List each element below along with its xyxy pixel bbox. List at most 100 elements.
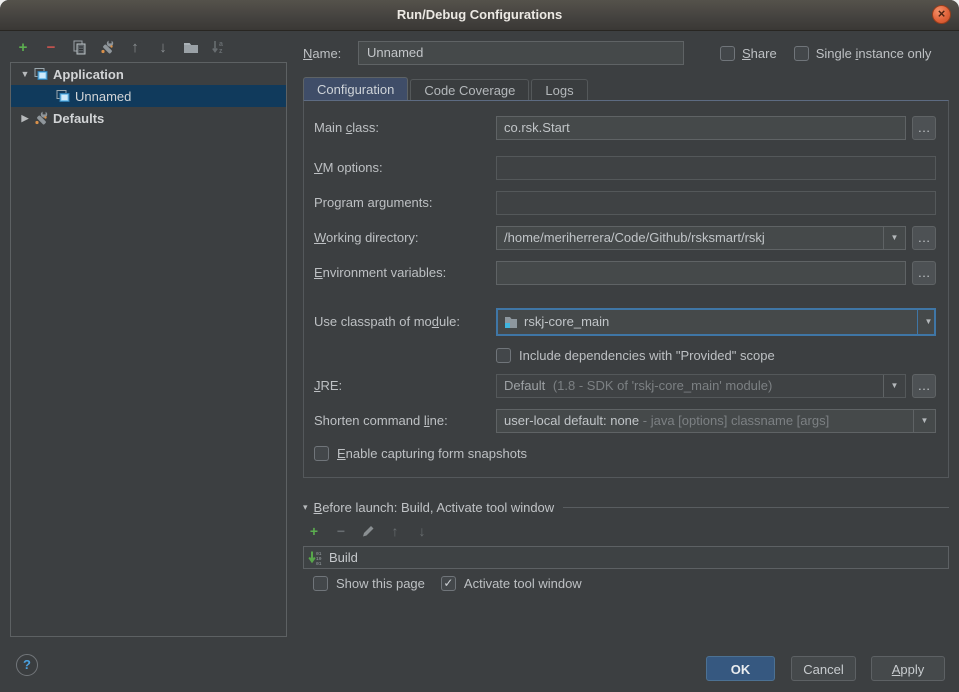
- environment-variables-label: Environment variables:: [314, 261, 446, 285]
- move-up-button[interactable]: ↑: [127, 39, 143, 55]
- working-directory-combobox[interactable]: /home/meriherrera/Code/Github/rsksmart/r…: [496, 226, 906, 250]
- dropdown-arrow-icon[interactable]: ▼: [883, 375, 905, 397]
- title-bar: Run/Debug Configurations ×: [0, 0, 959, 31]
- copy-configuration-button[interactable]: [71, 39, 87, 55]
- tree-expanded-icon[interactable]: ▼: [17, 69, 33, 79]
- remove-task-button[interactable]: −: [334, 524, 348, 538]
- move-up-icon: ↑: [131, 39, 139, 56]
- share-label: Share: [742, 46, 777, 61]
- remove-icon: −: [47, 39, 56, 56]
- move-down-button[interactable]: ↓: [155, 39, 171, 55]
- tab-logs[interactable]: Logs: [531, 79, 587, 101]
- program-arguments-input[interactable]: [496, 191, 936, 215]
- add-configuration-button[interactable]: +: [15, 39, 31, 55]
- create-folder-button[interactable]: [183, 39, 199, 55]
- apply-button[interactable]: Apply: [871, 656, 945, 681]
- working-directory-label: Working directory:: [314, 226, 419, 250]
- folder-icon: [183, 40, 199, 54]
- ok-button[interactable]: OK: [706, 656, 775, 681]
- include-provided-checkbox[interactable]: [496, 348, 511, 363]
- dropdown-arrow-icon[interactable]: ▼: [917, 310, 936, 334]
- working-directory-row: Working directory: /home/meriherrera/Cod…: [304, 226, 948, 250]
- move-task-up-button[interactable]: ↑: [388, 524, 402, 538]
- before-launch-title: Before launch: Build, Activate tool wind…: [314, 500, 555, 515]
- before-launch-header[interactable]: ▾ Before launch: Build, Activate tool wi…: [303, 500, 949, 515]
- close-icon: ×: [938, 6, 946, 21]
- dropdown-arrow-icon[interactable]: ▼: [913, 410, 935, 432]
- task-label: Build: [329, 550, 358, 565]
- single-instance-label: Single instance only: [816, 46, 932, 61]
- program-arguments-label: Program arguments:: [314, 191, 433, 215]
- tree-item-defaults[interactable]: ▶ Defaults: [11, 107, 286, 129]
- remove-configuration-button[interactable]: −: [43, 39, 59, 55]
- collapse-icon[interactable]: ▾: [303, 502, 308, 513]
- tree-item-application[interactable]: ▼ Application: [11, 63, 286, 85]
- activate-tool-window-label: Activate tool window: [464, 576, 582, 591]
- tab-code-coverage[interactable]: Code Coverage: [410, 79, 529, 101]
- use-classpath-combobox[interactable]: rskj-core_main ▼: [496, 308, 936, 336]
- program-arguments-row: Program arguments:: [304, 191, 948, 215]
- vm-options-input[interactable]: [496, 156, 936, 180]
- main-class-browse-button[interactable]: …: [912, 116, 936, 140]
- environment-variables-row: Environment variables: …: [304, 261, 948, 285]
- help-button[interactable]: ?: [16, 654, 38, 676]
- enable-capturing-checkbox[interactable]: [314, 446, 329, 461]
- help-icon: ?: [23, 657, 31, 672]
- cancel-button[interactable]: Cancel: [791, 656, 856, 681]
- environment-variables-input[interactable]: [496, 261, 906, 285]
- share-option: Share: [720, 46, 777, 61]
- configuration-panel: Main class: co.rsk.Start … VM options: P…: [303, 100, 949, 478]
- application-icon: [33, 66, 49, 82]
- more-icon: …: [918, 378, 931, 393]
- jre-browse-button[interactable]: …: [912, 374, 936, 398]
- tree-item-label: Defaults: [53, 111, 104, 126]
- name-input[interactable]: Unnamed: [358, 41, 684, 65]
- enable-capturing-option: Enable capturing form snapshots: [314, 445, 527, 461]
- more-icon: …: [918, 230, 931, 245]
- svg-text:z: z: [219, 48, 223, 55]
- edit-defaults-button[interactable]: [99, 39, 115, 55]
- jre-value: Default: [504, 378, 545, 393]
- use-classpath-value: rskj-core_main: [524, 312, 609, 332]
- name-label: Name:: [303, 46, 358, 61]
- edit-task-button[interactable]: [361, 524, 375, 538]
- remove-icon: −: [337, 523, 345, 539]
- svg-text:01: 01: [316, 561, 322, 566]
- run-debug-configurations-dialog: Run/Debug Configurations × + − ↑ ↓: [0, 0, 959, 692]
- dropdown-arrow-icon[interactable]: ▼: [883, 227, 905, 249]
- copy-icon: [72, 40, 87, 55]
- single-instance-checkbox[interactable]: [794, 46, 809, 61]
- activate-tool-window-checkbox[interactable]: [441, 576, 456, 591]
- vm-options-row: VM options:: [304, 156, 948, 180]
- sort-configurations-button[interactable]: a z: [211, 39, 227, 55]
- tree-item-label: Application: [53, 67, 124, 82]
- svg-text:a: a: [219, 41, 223, 48]
- tree-collapsed-icon[interactable]: ▶: [17, 113, 33, 124]
- separator-line: [563, 507, 949, 508]
- move-down-icon: ↓: [159, 39, 167, 56]
- environment-variables-browse-button[interactable]: …: [912, 261, 936, 285]
- shorten-command-line-combobox[interactable]: user-local default: none - java [options…: [496, 409, 936, 433]
- working-directory-value: /home/meriherrera/Code/Github/rsksmart/r…: [504, 230, 765, 245]
- configurations-tree: ▼ Application Unnamed ▶: [10, 62, 287, 637]
- shorten-command-line-row: Shorten command line: user-local default…: [304, 409, 948, 433]
- add-icon: +: [310, 523, 318, 539]
- before-launch-task-build[interactable]: 01 10 01 Build: [303, 546, 949, 569]
- compile-icon: 01 10 01: [308, 550, 324, 566]
- add-task-button[interactable]: +: [307, 524, 321, 538]
- tab-configuration[interactable]: Configuration: [303, 77, 408, 101]
- single-instance-option: Single instance only: [794, 46, 932, 61]
- before-launch-options: Show this page Activate tool window: [313, 576, 582, 591]
- close-button[interactable]: ×: [932, 5, 951, 24]
- use-classpath-label: Use classpath of module:: [314, 308, 460, 336]
- more-icon: …: [918, 265, 931, 280]
- main-class-row: Main class: co.rsk.Start …: [304, 116, 948, 140]
- show-this-page-checkbox[interactable]: [313, 576, 328, 591]
- include-provided-option: Include dependencies with "Provided" sco…: [496, 347, 775, 363]
- share-checkbox[interactable]: [720, 46, 735, 61]
- working-directory-browse-button[interactable]: …: [912, 226, 936, 250]
- main-class-input[interactable]: co.rsk.Start: [496, 116, 906, 140]
- tree-item-unnamed[interactable]: Unnamed: [11, 85, 286, 107]
- move-task-down-button[interactable]: ↓: [415, 524, 429, 538]
- jre-combobox[interactable]: Default (1.8 - SDK of 'rskj-core_main' m…: [496, 374, 906, 398]
